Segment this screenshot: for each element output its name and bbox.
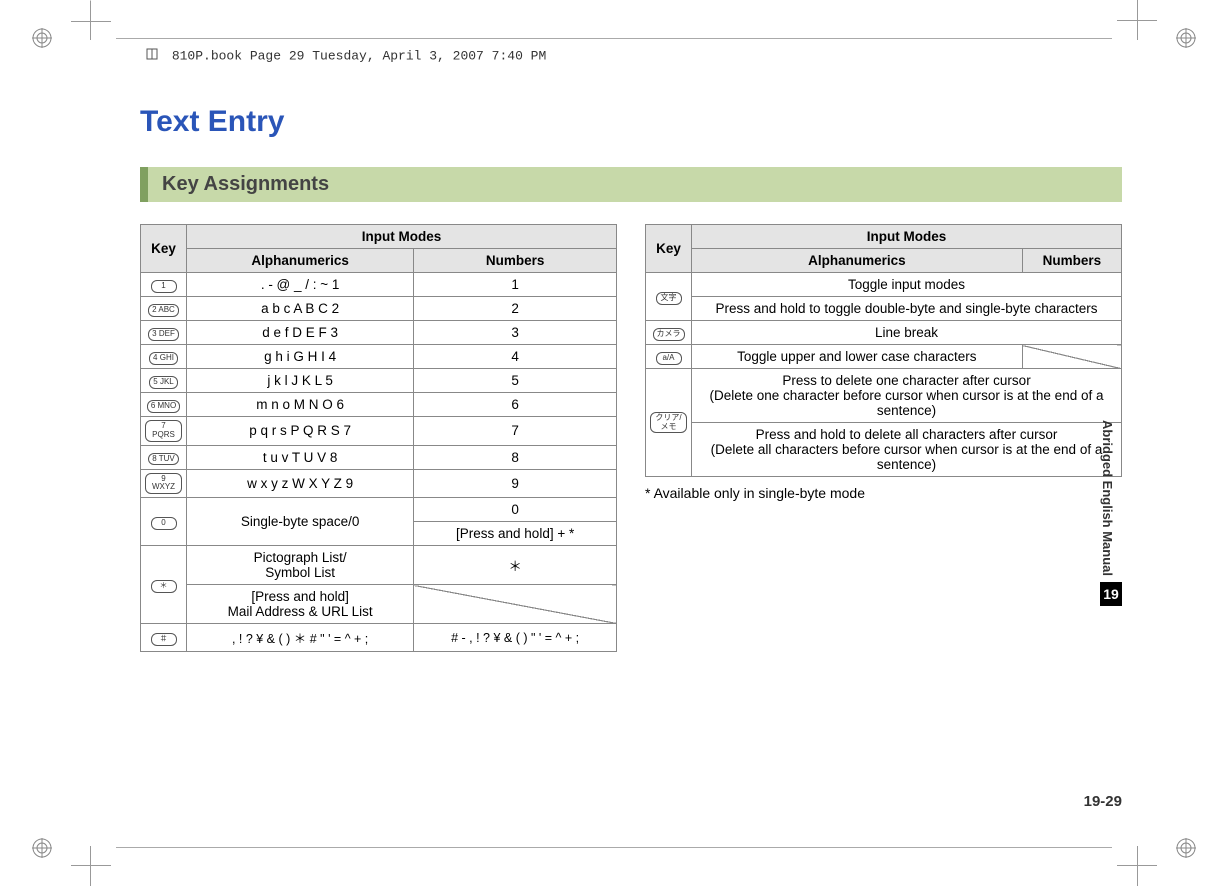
- cell-alpha: d e f D E F 3: [187, 321, 414, 345]
- table-row: a/A Toggle upper and lower case characte…: [646, 345, 1122, 369]
- cell-na: [414, 585, 617, 624]
- table-row: 文字 Toggle input modes: [646, 273, 1122, 297]
- table-row: カメラ Line break: [646, 321, 1122, 345]
- key-icon: ＊: [151, 580, 177, 593]
- key-icon: ＃: [151, 633, 177, 646]
- table-row: ＃ , ! ? ¥ & ( ) ＊ # " ' = ^ + ; # - , ! …: [141, 624, 617, 652]
- cell-num: 8: [414, 445, 617, 469]
- section-heading: Key Assignments: [140, 167, 1122, 202]
- cell-num: 5: [414, 369, 617, 393]
- table-row: 2 ABC a b c A B C 2 2: [141, 297, 617, 321]
- book-icon: [145, 47, 159, 65]
- chapter-badge: 19: [1100, 582, 1122, 606]
- cell-num: 9: [414, 469, 617, 498]
- cell-alpha: j k l J K L 5: [187, 369, 414, 393]
- table-row: 5 JKL j k l J K L 5 5: [141, 369, 617, 393]
- cell-num: 2: [414, 297, 617, 321]
- cell-num: [Press and hold] + *: [414, 522, 617, 546]
- table-row: 6 MNO m n o M N O 6 6: [141, 393, 617, 417]
- table-row: Press and hold to delete all characters …: [646, 423, 1122, 477]
- key-icon: 0: [151, 517, 177, 530]
- cell-alpha: t u v T U V 8: [187, 445, 414, 469]
- th-numbers: Numbers: [414, 249, 617, 273]
- registration-circle-icon: [32, 838, 52, 858]
- th-input-modes: Input Modes: [692, 225, 1122, 249]
- th-key: Key: [141, 225, 187, 273]
- key-icon: 5 JKL: [149, 376, 177, 389]
- cell-num: ＊: [414, 546, 617, 585]
- key-icon: a/A: [656, 352, 682, 365]
- cell-alpha: a b c A B C 2: [187, 297, 414, 321]
- registration-circle-icon: [32, 28, 52, 48]
- key-icon: 4 GHI: [149, 352, 178, 365]
- page-number: 19-29: [1084, 793, 1122, 810]
- th-alphanumerics: Alphanumerics: [692, 249, 1023, 273]
- key-assignments-table-left: Key Input Modes Alphanumerics Numbers 1 …: [140, 224, 617, 652]
- key-icon: 6 MNO: [147, 400, 180, 413]
- cell-text: Press and hold to toggle double-byte and…: [692, 297, 1122, 321]
- cell-num: 3: [414, 321, 617, 345]
- key-icon: 7 PQRS: [145, 420, 182, 442]
- table-row: クリア/メモ Press to delete one character aft…: [646, 369, 1122, 423]
- side-tab: Abridged English Manual 19: [1100, 420, 1122, 606]
- cell-alpha: Single-byte space/0: [187, 498, 414, 546]
- registration-circle-icon: [1176, 838, 1196, 858]
- key-icon: クリア/メモ: [650, 412, 687, 434]
- th-input-modes: Input Modes: [187, 225, 617, 249]
- cell-text: Toggle upper and lower case characters: [692, 345, 1023, 369]
- key-icon: 8 TUV: [148, 453, 179, 466]
- key-icon: 2 ABC: [148, 304, 179, 317]
- cell-alpha: g h i G H I 4: [187, 345, 414, 369]
- header-file-path: 810P.book Page 29 Tuesday, April 3, 2007…: [145, 47, 546, 65]
- cell-alpha: Pictograph List/ Symbol List: [187, 546, 414, 585]
- th-key: Key: [646, 225, 692, 273]
- page-title: Text Entry: [140, 105, 1122, 139]
- cell-na: [1022, 345, 1121, 369]
- table-row: ＊ Pictograph List/ Symbol List ＊: [141, 546, 617, 585]
- table-row: 1 . - @ _ / : ~ 1 1: [141, 273, 617, 297]
- table-row: [Press and hold] Mail Address & URL List: [141, 585, 617, 624]
- th-numbers: Numbers: [1022, 249, 1121, 273]
- registration-marks-bottom: [0, 826, 1228, 886]
- cell-alpha: p q r s P Q R S 7: [187, 417, 414, 446]
- cell-num: # - , ! ? ¥ & ( ) " ' = ^ + ;: [414, 624, 617, 652]
- cell-num: 7: [414, 417, 617, 446]
- cell-alpha: . - @ _ / : ~ 1: [187, 273, 414, 297]
- key-icon: 9 WXYZ: [145, 473, 182, 495]
- table-row: 3 DEF d e f D E F 3 3: [141, 321, 617, 345]
- key-icon: 文字: [656, 292, 682, 305]
- cell-alpha: [Press and hold] Mail Address & URL List: [187, 585, 414, 624]
- table-row: 8 TUV t u v T U V 8 8: [141, 445, 617, 469]
- table-row: 7 PQRS p q r s P Q R S 7 7: [141, 417, 617, 446]
- key-icon: 3 DEF: [148, 328, 179, 341]
- table-row: 0 Single-byte space/0 0: [141, 498, 617, 522]
- th-alphanumerics: Alphanumerics: [187, 249, 414, 273]
- cell-num: 4: [414, 345, 617, 369]
- cell-text: Press and hold to delete all characters …: [692, 423, 1122, 477]
- cell-num: 1: [414, 273, 617, 297]
- cell-num: 6: [414, 393, 617, 417]
- table-row: Press and hold to toggle double-byte and…: [646, 297, 1122, 321]
- cell-alpha: , ! ? ¥ & ( ) ＊ # " ' = ^ + ;: [187, 624, 414, 652]
- footnote: * Available only in single-byte mode: [645, 485, 1122, 501]
- key-assignments-table-right: Key Input Modes Alphanumerics Numbers 文字…: [645, 224, 1122, 477]
- cell-alpha: w x y z W X Y Z 9: [187, 469, 414, 498]
- key-icon: 1: [151, 280, 177, 293]
- table-row: 9 WXYZ w x y z W X Y Z 9 9: [141, 469, 617, 498]
- cell-text: Press to delete one character after curs…: [692, 369, 1122, 423]
- cell-text: Line break: [692, 321, 1122, 345]
- cell-alpha: m n o M N O 6: [187, 393, 414, 417]
- cell-num: 0: [414, 498, 617, 522]
- side-tab-label: Abridged English Manual: [1100, 420, 1115, 576]
- key-icon: カメラ: [653, 328, 685, 341]
- table-row: 4 GHI g h i G H I 4 4: [141, 345, 617, 369]
- cell-text: Toggle input modes: [692, 273, 1122, 297]
- registration-circle-icon: [1176, 28, 1196, 48]
